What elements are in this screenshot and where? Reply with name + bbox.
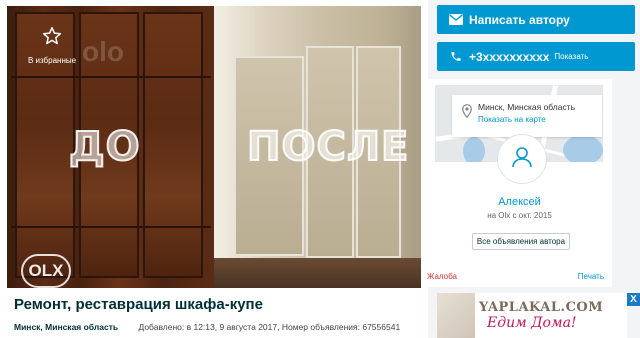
olx-logo: OLX [21, 254, 71, 288]
phone-icon [443, 50, 469, 63]
ad-card: olo ДО ПОСЛЕ OLX В избранные Ремонт, рес… [0, 0, 428, 338]
ad-banner[interactable]: YAPLAKAL.COM Едим Дома! [437, 293, 627, 338]
avatar [497, 134, 547, 184]
map-location-box: Минск, Минская область Показать на карте [452, 95, 602, 137]
banner-close-button[interactable]: X [627, 293, 640, 306]
ad-photo[interactable]: olo ДО ПОСЛЕ OLX В избранные [7, 6, 421, 288]
seller-card: Минск, Минская область Показать на карте… [427, 79, 612, 287]
seller-since: на Olx с окт. 2015 [487, 211, 552, 220]
ad-location[interactable]: Минск, Минская область [14, 322, 118, 332]
phone-button[interactable]: +3xxxxxxxxxx Показать [437, 42, 635, 71]
message-author-label: Написать автору [469, 12, 570, 27]
message-author-button[interactable]: Написать автору [437, 5, 635, 34]
user-icon [510, 145, 534, 174]
before-label: ДО [68, 123, 141, 171]
show-on-map-link[interactable]: Показать на карте [478, 115, 546, 124]
print-link[interactable]: Печать [578, 272, 604, 281]
ad-title: Ремонт, реставрация шкафа-купе [14, 296, 263, 313]
phone-number: +3xxxxxxxxxx [469, 49, 550, 64]
favorite-button[interactable]: В избранные [20, 26, 84, 65]
show-phone-link[interactable]: Показать [554, 52, 588, 61]
banner-brand: YAPLAKAL.COM [479, 300, 604, 315]
ad-meta: Минск, Минская область Добавлено: в 12:1… [14, 322, 400, 332]
star-icon [20, 26, 84, 46]
seller-city: Минск, Минская область [478, 102, 576, 112]
page: olo ДО ПОСЛЕ OLX В избранные Ремонт, рес… [0, 0, 640, 338]
ad-added-info: Добавлено: в 12:13, 9 августа 2017, Номе… [138, 322, 401, 332]
banner-slogan: Едим Дома! [487, 315, 577, 331]
banner-image [437, 293, 475, 338]
map-pin-icon [462, 104, 472, 123]
envelope-icon [443, 14, 469, 25]
after-label: ПОСЛЕ [246, 123, 410, 171]
all-ads-button[interactable]: Все объявления автора [472, 233, 570, 250]
favorite-label: В избранные [27, 56, 77, 65]
watermark: olo [82, 36, 124, 67]
seller-name[interactable]: Алексей [427, 196, 612, 208]
report-link[interactable]: Жалоба [427, 272, 457, 281]
